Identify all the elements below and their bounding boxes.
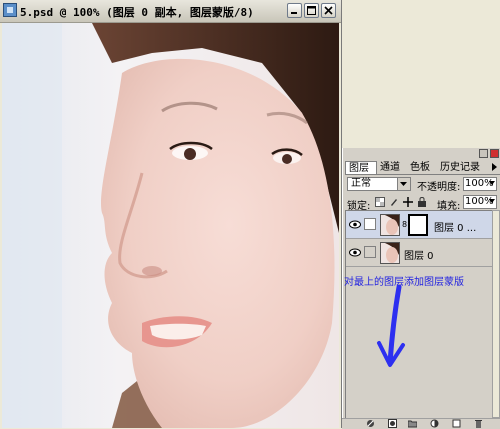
photo-canvas[interactable] bbox=[2, 23, 339, 428]
add-layer-style-icon[interactable] bbox=[366, 419, 375, 428]
lock-all-icon[interactable] bbox=[417, 197, 427, 207]
layer-name[interactable]: 图层 0 ... bbox=[434, 219, 476, 234]
fill-field[interactable]: 100% bbox=[463, 195, 497, 209]
close-icon bbox=[324, 6, 333, 15]
minimize-icon bbox=[291, 12, 297, 14]
eye-icon[interactable] bbox=[349, 219, 361, 230]
opacity-arrow-icon[interactable] bbox=[489, 181, 495, 185]
fill-arrow-icon[interactable] bbox=[489, 199, 495, 203]
minimize-button[interactable] bbox=[287, 3, 302, 18]
tab-swatches[interactable]: 色板 bbox=[407, 161, 437, 174]
chevron-down-icon bbox=[397, 178, 410, 190]
mask-active-icon[interactable] bbox=[364, 218, 376, 230]
opacity-field[interactable]: 100% bbox=[463, 177, 497, 191]
portrait-photo bbox=[2, 23, 339, 428]
layer-mask-thumbnail[interactable] bbox=[408, 214, 428, 236]
tab-layers[interactable]: 图层 bbox=[345, 161, 377, 174]
lock-transparency-icon[interactable] bbox=[375, 197, 385, 207]
tab-channels[interactable]: 通道 bbox=[377, 161, 407, 174]
layers-bottom-toolbar bbox=[342, 418, 500, 429]
palette-menu-arrow-icon[interactable] bbox=[490, 162, 499, 172]
photoshop-doc-icon bbox=[3, 3, 17, 17]
palette-close-icon[interactable] bbox=[490, 149, 499, 158]
add-layer-mask-icon[interactable] bbox=[388, 419, 397, 428]
opacity-label: 不透明度: bbox=[417, 182, 461, 193]
new-set-icon[interactable] bbox=[408, 419, 417, 428]
trash-icon[interactable] bbox=[474, 419, 483, 428]
new-adjustment-layer-icon[interactable] bbox=[430, 419, 439, 428]
link-slot-icon[interactable] bbox=[364, 246, 376, 258]
tab-history[interactable]: 历史记录 bbox=[437, 161, 485, 174]
palette-titlebar[interactable] bbox=[343, 148, 500, 160]
maximize-button[interactable] bbox=[304, 3, 319, 18]
palette-minimize-icon[interactable] bbox=[479, 149, 488, 158]
new-layer-icon[interactable] bbox=[452, 419, 461, 428]
blend-mode-value: 正常 bbox=[351, 178, 371, 189]
palette-tabs: 图层 通道 色板 历史记录 bbox=[345, 161, 500, 175]
layers-scrollbar[interactable] bbox=[492, 210, 500, 418]
eye-icon[interactable] bbox=[349, 247, 361, 258]
document-titlebar[interactable]: 5.psd @ 100% (图层 0 副本, 图层蒙版/8) bbox=[0, 0, 341, 23]
maximize-icon bbox=[307, 6, 316, 15]
layer-name[interactable]: 图层 0 bbox=[404, 247, 434, 262]
blend-mode-select[interactable]: 正常 bbox=[347, 177, 411, 191]
layers-palette: 图层 通道 色板 历史记录 正常 不透明度: 100% 锁定: 填充: 100% bbox=[342, 148, 500, 428]
document-window: 5.psd @ 100% (图层 0 副本, 图层蒙版/8) bbox=[0, 0, 342, 428]
lock-move-icon[interactable] bbox=[403, 197, 413, 207]
layer-thumbnail[interactable] bbox=[380, 214, 400, 236]
layer-row-bottom[interactable]: 图层 0 bbox=[346, 239, 492, 267]
close-button[interactable] bbox=[321, 3, 336, 18]
annotation-arrow-icon bbox=[377, 285, 405, 367]
layer-row-top[interactable]: 8 图层 0 ... bbox=[346, 211, 492, 239]
layers-list: 8 图层 0 ... 图层 0 bbox=[345, 210, 493, 420]
layer-thumbnail[interactable] bbox=[380, 242, 400, 264]
lock-paint-icon[interactable] bbox=[389, 197, 399, 207]
link-chain-icon[interactable]: 8 bbox=[402, 220, 407, 229]
document-title: 5.psd @ 100% (图层 0 副本, 图层蒙版/8) bbox=[20, 6, 254, 19]
